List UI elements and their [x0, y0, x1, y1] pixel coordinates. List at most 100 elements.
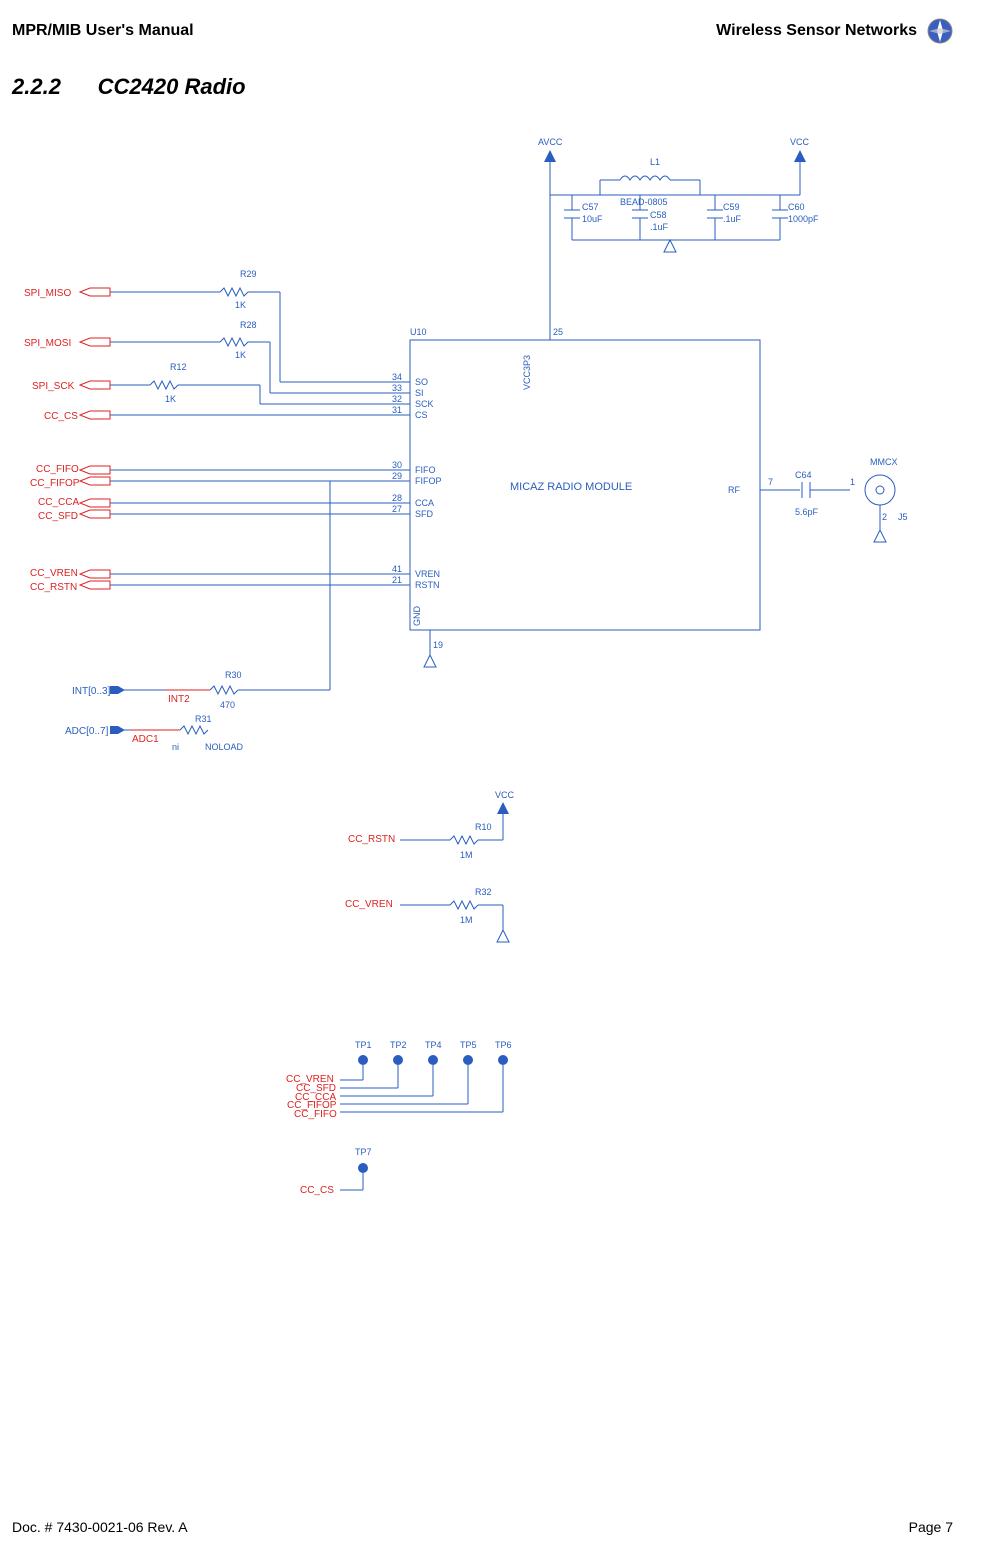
svg-text:CC_CCA: CC_CCA [38, 497, 79, 508]
svg-text:41: 41 [392, 564, 402, 574]
svg-text:CC_VREN: CC_VREN [30, 568, 78, 579]
svg-text:TP7: TP7 [355, 1147, 372, 1157]
vcc-power-icon [794, 150, 806, 162]
svg-text:1000pF: 1000pF [788, 214, 819, 224]
svg-text:1K: 1K [235, 350, 246, 360]
module-name: MICAZ RADIO MODULE [510, 481, 632, 493]
offpage-fifo: CC_FIFO CC_FIFOP CC_CCA CC_SFD [30, 464, 110, 522]
pullup-cc-rstn: VCC R10 1M CC_RSTN [348, 790, 515, 860]
svg-text:CS: CS [415, 410, 428, 420]
svg-text:1M: 1M [460, 850, 473, 860]
avcc-power-icon [544, 150, 556, 162]
pin25-name: VCC3P3 [522, 355, 532, 390]
mmcx-label: MMCX [870, 457, 898, 467]
svg-text:ADC1: ADC1 [132, 734, 159, 745]
svg-text:29: 29 [392, 471, 402, 481]
svg-text:1: 1 [850, 477, 855, 487]
svg-text:2: 2 [882, 512, 887, 522]
svg-text:VCC: VCC [495, 790, 515, 800]
cap-c59: C59 .1uF [707, 195, 742, 240]
svg-text:SCK: SCK [415, 399, 434, 409]
svg-text:C64: C64 [795, 470, 812, 480]
page-header: MPR/MIB User's Manual Wireless Sensor Ne… [0, 0, 981, 44]
testpoints-row2: TP7 CC_CS [300, 1147, 372, 1196]
svg-text:10uF: 10uF [582, 214, 603, 224]
section-title: CC2420 Radio [98, 74, 246, 99]
svg-text:27: 27 [392, 504, 402, 514]
svg-text:TP6: TP6 [495, 1040, 512, 1050]
svg-text:30: 30 [392, 460, 402, 470]
svg-text:SPI_MISO: SPI_MISO [24, 288, 71, 299]
pin19-num: 19 [433, 640, 443, 650]
svg-text:C59: C59 [723, 202, 740, 212]
header-manual-title: MPR/MIB User's Manual [12, 22, 194, 40]
page-footer: Doc. # 7430-0021-06 Rev. A Page 7 [12, 1519, 953, 1535]
svg-text:1M: 1M [460, 915, 473, 925]
svg-text:CC_FIFO: CC_FIFO [294, 1109, 337, 1120]
pin-rf-name: RF [728, 485, 740, 495]
svg-text:VREN: VREN [415, 569, 440, 579]
module-ref: U10 [410, 327, 427, 337]
cap-c60: C60 1000pF [772, 195, 819, 240]
svg-text:470: 470 [220, 700, 235, 710]
svg-text:CC_VREN: CC_VREN [345, 899, 393, 910]
svg-text:CC_FIFOP: CC_FIFOP [30, 478, 80, 489]
svg-text:CC_SFD: CC_SFD [38, 511, 78, 522]
footer-doc-number: Doc. # 7430-0021-06 Rev. A [12, 1519, 188, 1535]
svg-text:R31: R31 [195, 714, 212, 724]
l1-ref: L1 [650, 157, 660, 167]
l1-val: BEAD-0805 [620, 197, 668, 207]
pins-ctrl-group: VREN RSTN 41 21 [392, 564, 440, 590]
pins-spi-group: SO SI SCK CS 34 33 32 31 [392, 372, 434, 420]
module-gnd-icon [424, 655, 436, 667]
section-number: 2.2.2 [12, 74, 61, 99]
pin19-name: GND [412, 606, 422, 627]
compass-logo-icon [927, 18, 953, 44]
svg-text:21: 21 [392, 575, 402, 585]
svg-text:R12: R12 [170, 362, 187, 372]
svg-text:RSTN: RSTN [415, 580, 440, 590]
resistor-r29: R29 1K [110, 269, 280, 313]
svg-text:CC_RSTN: CC_RSTN [30, 582, 77, 593]
svg-text:R10: R10 [475, 822, 492, 832]
svg-text:SI: SI [415, 388, 424, 398]
svg-text:SO: SO [415, 377, 428, 387]
int-bus: INT[0..3] INT2 R30 470 [72, 670, 330, 710]
pin25-num: 25 [553, 327, 563, 337]
header-network-title: Wireless Sensor Networks [716, 22, 917, 40]
pins-fifo-group: FIFO FIFOP CCA SFD 30 29 28 27 [392, 460, 442, 519]
vcc-label: VCC [790, 137, 810, 147]
pin-rf-num: 7 [768, 477, 773, 487]
svg-text:TP5: TP5 [460, 1040, 477, 1050]
svg-text:CCA: CCA [415, 498, 434, 508]
svg-text:FIFOP: FIFOP [415, 476, 442, 486]
svg-text:R30: R30 [225, 670, 242, 680]
svg-text:.1uF: .1uF [723, 214, 742, 224]
cap-c57: C57 10uF [564, 195, 603, 240]
svg-text:INT2: INT2 [168, 694, 190, 705]
offpage-ctrl: CC_VREN CC_RSTN [30, 568, 110, 593]
svg-text:R29: R29 [240, 269, 257, 279]
resistor-r28: R28 1K [110, 320, 270, 363]
svg-text:TP2: TP2 [390, 1040, 407, 1050]
svg-text:32: 32 [392, 394, 402, 404]
section-heading: 2.2.2 CC2420 Radio [12, 74, 981, 100]
offpage-spi: SPI_MISO SPI_MOSI SPI_SCK CC_CS [24, 288, 110, 422]
svg-text:.1uF: .1uF [650, 222, 669, 232]
svg-text:31: 31 [392, 405, 402, 415]
svg-text:C60: C60 [788, 202, 805, 212]
svg-text:1K: 1K [165, 394, 176, 404]
svg-text:ADC[0..7]: ADC[0..7] [65, 726, 109, 737]
svg-text:CC_CS: CC_CS [44, 411, 78, 422]
svg-text:ni: ni [172, 742, 179, 752]
svg-text:R28: R28 [240, 320, 257, 330]
svg-text:TP1: TP1 [355, 1040, 372, 1050]
svg-text:1K: 1K [235, 300, 246, 310]
mmcx-gnd-icon [874, 530, 886, 542]
svg-text:TP4: TP4 [425, 1040, 442, 1050]
svg-text:R32: R32 [475, 887, 492, 897]
svg-text:5.6pF: 5.6pF [795, 507, 819, 517]
svg-text:INT[0..3]: INT[0..3] [72, 686, 111, 697]
svg-text:33: 33 [392, 383, 402, 393]
pullup-cc-vren: R32 1M CC_VREN [345, 887, 509, 942]
